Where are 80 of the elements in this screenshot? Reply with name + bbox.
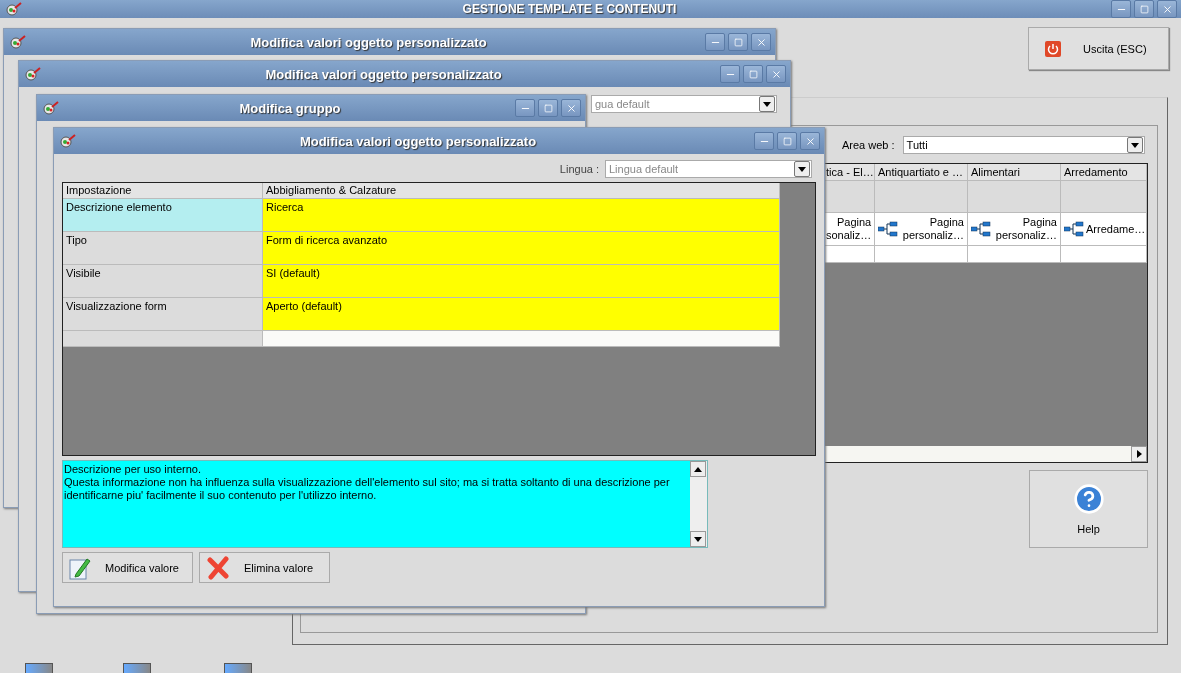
language-dropdown[interactable]: gua default	[591, 95, 777, 113]
tree-icon	[971, 221, 991, 237]
description-box[interactable]	[62, 460, 708, 548]
window-title: GESTIONE TEMPLATE E CONTENUTI	[462, 2, 677, 16]
dialog-title: Modifica valori oggetto personalizzato	[250, 34, 487, 50]
maximize-button[interactable]	[777, 132, 797, 150]
dialog-title: Modifica valori oggetto personalizzato	[299, 133, 537, 149]
tree-icon	[878, 221, 898, 237]
maximize-button[interactable]	[1134, 0, 1154, 18]
help-icon	[1072, 483, 1105, 515]
taskbar-icon[interactable]	[224, 663, 252, 673]
setting-cell[interactable]: Tipo	[63, 232, 263, 265]
tree-icon	[1064, 221, 1084, 237]
close-icon	[1161, 3, 1173, 15]
maximize-icon	[748, 69, 758, 79]
caret-icon	[798, 166, 806, 172]
grid-cell-text: Pagina sonaliz…	[826, 216, 872, 242]
dropdown-button[interactable]	[1126, 137, 1143, 153]
close-icon	[804, 135, 816, 147]
column-header[interactable]: Abbigliamento & Calzature	[263, 183, 780, 199]
app-icon	[43, 101, 59, 115]
language-dropdown[interactable]: Lingua default	[605, 160, 812, 178]
caret-icon	[1130, 142, 1139, 148]
minimize-button[interactable]	[515, 99, 535, 117]
scroll-right-icon[interactable]	[1136, 450, 1142, 458]
grid-cell-text: Pagina personaliz…	[994, 216, 1057, 242]
language-label: Lingua :	[559, 163, 599, 175]
maximize-button[interactable]	[743, 65, 763, 83]
delete-button[interactable]: Elimina valore	[199, 552, 330, 583]
value-cell[interactable]: Ricerca	[263, 199, 780, 232]
horizontal-scrollbar[interactable]	[823, 446, 1147, 462]
app-icon	[10, 35, 26, 49]
close-button[interactable]	[766, 65, 786, 83]
caret-icon	[763, 101, 771, 107]
value-cell[interactable]: Form di ricerca avanzato	[263, 232, 780, 265]
edit-button[interactable]: Modifica valore	[62, 552, 193, 583]
maximize-button[interactable]	[728, 33, 748, 51]
app-icon	[6, 2, 22, 16]
vertical-scrollbar[interactable]	[690, 461, 707, 547]
minimize-button[interactable]	[705, 33, 725, 51]
maximize-icon	[782, 136, 792, 146]
minimize-button[interactable]	[754, 132, 774, 150]
taskbar-icon[interactable]	[25, 663, 53, 673]
maximize-icon	[543, 103, 553, 113]
maximize-icon	[733, 37, 743, 47]
cross-icon	[206, 555, 230, 580]
setting-cell[interactable]: Descrizione elemento	[63, 199, 263, 232]
minimize-button[interactable]	[720, 65, 740, 83]
scroll-down-icon[interactable]	[694, 536, 702, 542]
app-icon	[60, 134, 76, 148]
help-button[interactable]: Help	[1029, 470, 1148, 548]
minimize-button[interactable]	[1111, 0, 1131, 18]
exit-button[interactable]: Uscita (ESC)	[1028, 27, 1169, 70]
maximize-button[interactable]	[538, 99, 558, 117]
close-icon	[755, 36, 767, 48]
scroll-up-icon[interactable]	[694, 466, 702, 472]
dialog-title: Modifica valori oggetto personalizzato	[265, 66, 502, 82]
power-icon	[1045, 40, 1061, 57]
close-icon	[770, 68, 782, 80]
close-button[interactable]	[561, 99, 581, 117]
close-button[interactable]	[800, 132, 820, 150]
dropdown-button[interactable]	[759, 96, 775, 112]
grid-cell-text: Pagina personaliz…	[901, 216, 964, 242]
app-icon	[25, 67, 41, 81]
taskbar-icon[interactable]	[123, 663, 151, 673]
close-button[interactable]	[751, 33, 771, 51]
maximize-icon	[1139, 4, 1149, 14]
description-text: Descrizione per uso interno. Questa informazione non ha influenza sulla visualizzazione dell'elemento sul sito; ma si tratta soltanto di una descrizione per identificarne piu' facilmente il suo contenuto per l'utilizzo interno.	[63, 462, 671, 503]
setting-cell[interactable]: Visualizzazione form	[63, 298, 263, 331]
value-cell[interactable]: Aperto (default)	[263, 298, 780, 331]
close-icon	[565, 102, 577, 114]
area-web-dropdown[interactable]: Tutti	[902, 136, 1145, 154]
setting-cell[interactable]: Visibile	[63, 265, 263, 298]
dropdown-button[interactable]	[794, 161, 810, 177]
dialog-title: Modifica gruppo	[239, 100, 341, 116]
column-header[interactable]: Impostazione	[63, 183, 263, 199]
grid-cell-text: Arredame…	[1086, 222, 1146, 236]
value-cell[interactable]: SI (default)	[263, 265, 780, 298]
close-button[interactable]	[1157, 0, 1177, 18]
area-web-label: Area web :	[842, 139, 895, 151]
